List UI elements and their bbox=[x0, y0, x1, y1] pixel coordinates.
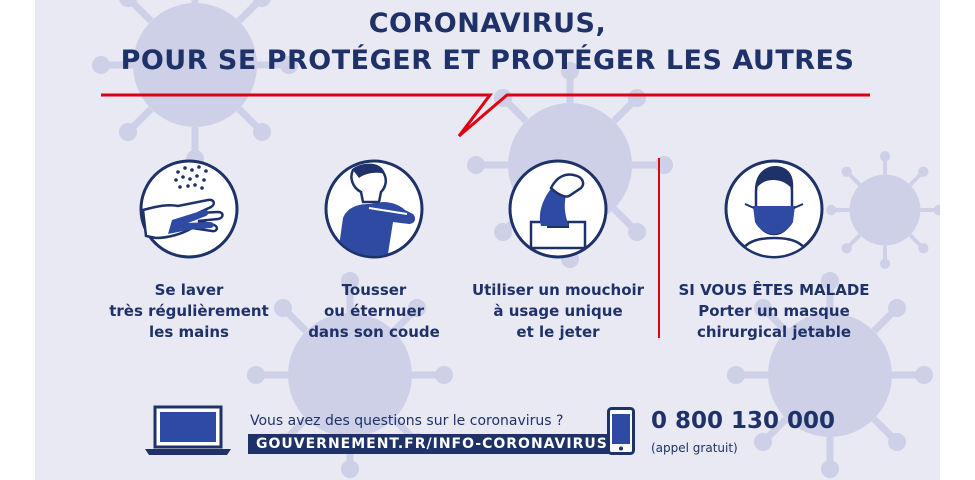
caption-line: très régulièrement bbox=[109, 302, 269, 320]
caption-line: et le jeter bbox=[516, 323, 600, 341]
caption-line: Se laver bbox=[154, 281, 224, 299]
laptop-icon bbox=[145, 405, 231, 455]
caption-line: les mains bbox=[149, 323, 229, 341]
caption-line: Utiliser un mouchoir bbox=[471, 281, 645, 299]
smartphone-icon bbox=[607, 407, 635, 455]
footer-question: Vous avez des questions sur le coronavir… bbox=[250, 413, 564, 429]
action-caption-mask: SI VOUS ÊTES MALADE Porter un masque chi… bbox=[669, 280, 879, 343]
caption-line: chirurgical jetable bbox=[696, 323, 852, 341]
speech-bubble-underline bbox=[101, 93, 870, 138]
virus-background-icon bbox=[826, 151, 940, 269]
caption-line: à usage unique bbox=[493, 302, 623, 320]
caption-line: dans son coude bbox=[308, 323, 440, 341]
action-caption-hand-washing: Se laver très régulièrement les mains bbox=[84, 280, 294, 343]
caption-line: SI VOUS ÊTES MALADE bbox=[678, 281, 870, 299]
surgical-mask-icon bbox=[723, 158, 825, 260]
action-caption-cough: Tousser ou éternuer dans son coude bbox=[269, 280, 479, 343]
phone-note: (appel gratuit) bbox=[651, 441, 738, 455]
phone-number[interactable]: 0 800 130 000 bbox=[651, 408, 835, 434]
info-url-link[interactable]: GOUVERNEMENT.FR/INFO-CORONAVIRUS bbox=[248, 434, 616, 454]
caption-line: Tousser bbox=[341, 281, 407, 299]
caption-line: ou éternuer bbox=[323, 302, 425, 320]
tissue-box-icon bbox=[507, 158, 609, 260]
poster: CORONAVIRUS, POUR SE PROTÉGER ET PROTÉGE… bbox=[35, 0, 940, 480]
caption-line: Porter un masque bbox=[698, 302, 850, 320]
action-caption-tissue: Utiliser un mouchoir à usage unique et l… bbox=[453, 280, 663, 343]
hand-washing-icon bbox=[138, 158, 240, 260]
cough-in-elbow-icon bbox=[323, 158, 425, 260]
